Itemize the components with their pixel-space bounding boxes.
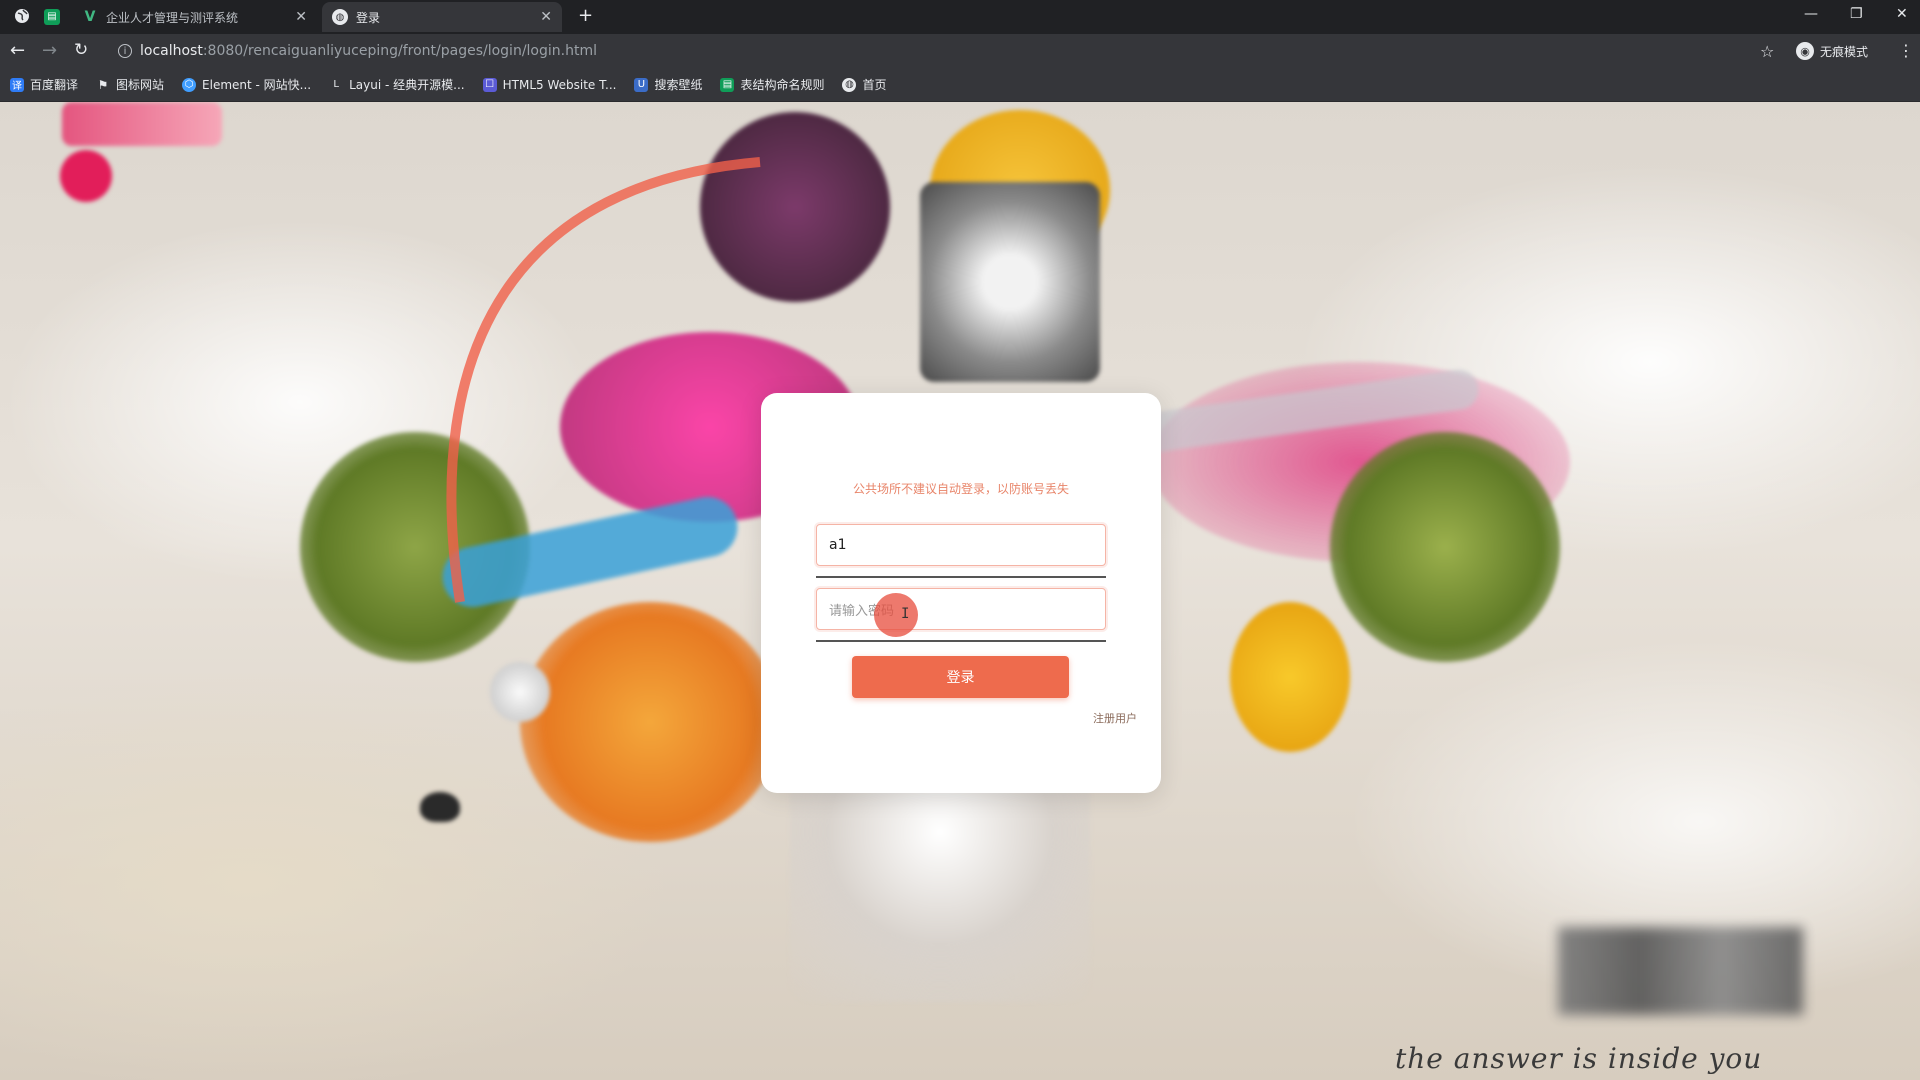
login-page: 公共场所不建议自动登录，以防账号丢失 a1 请输入密码 I 登录 注册用户 th… (0, 102, 1920, 1080)
password-underline (816, 640, 1106, 642)
flag-icon: ⚑ (97, 77, 109, 92)
earphone-icon (490, 662, 550, 722)
address-bar[interactable]: i localhost:8080/rencaiguanliyuceping/fr… (118, 41, 597, 61)
tab-close-icon[interactable]: ✕ (540, 9, 552, 25)
background-tagline: the answer is inside you (1395, 1042, 1763, 1075)
bookmark-naming-rules[interactable]: ▤ 表结构命名规则 (720, 76, 824, 93)
tab-talent-system[interactable]: V 企业人才管理与测评系统 ✕ (72, 2, 317, 32)
username-input[interactable]: a1 (816, 524, 1106, 566)
login-button[interactable]: 登录 (852, 656, 1069, 698)
incognito-icon: ◉ (1796, 42, 1814, 60)
bookmark-icon-site[interactable]: ⚑ 图标网站 (96, 76, 164, 93)
vue-icon: V (84, 9, 96, 25)
bookmark-home[interactable]: ◍ 首页 (842, 76, 887, 93)
bookmark-label: 图标网站 (116, 78, 165, 92)
text-cursor-icon: I (901, 606, 910, 622)
browser-tab-bar: ▤ V 企业人才管理与测评系统 ✕ ◍ 登录 ✕ + — ❐ ✕ (0, 0, 1920, 34)
art-logo (60, 150, 112, 202)
bookmark-label: Element - 网站快... (202, 78, 312, 92)
bookmark-wallpaper[interactable]: U 搜索壁纸 (634, 76, 702, 93)
bookmark-label: 表结构命名规则 (740, 78, 825, 92)
bookmark-label: 搜索壁纸 (654, 78, 703, 92)
bookmark-label: 首页 (862, 78, 887, 92)
globe-icon (15, 9, 29, 23)
bookmark-layui[interactable]: L Layui - 经典开源模... (329, 76, 464, 93)
earbud-icon (420, 792, 460, 822)
bookmark-html5-templates[interactable]: ☐ HTML5 Website T... (482, 77, 617, 92)
globe-icon: ◍ (842, 77, 857, 92)
html5-icon: ☐ (482, 77, 497, 92)
pinned-sheet-tab[interactable]: ▤ (44, 8, 60, 25)
url-path: :8080/rencaiguanliyuceping/front/pages/l… (202, 43, 597, 59)
sheet-icon: ▤ (720, 77, 735, 92)
password-input[interactable]: 请输入密码 (816, 588, 1106, 630)
click-indicator (874, 593, 918, 637)
blurred-overlay (1558, 927, 1803, 1015)
back-arrow-icon[interactable]: ← (10, 42, 25, 60)
bookmarks-bar: 译 百度翻译 ⚑ 图标网站 ⬡ Element - 网站快... L Layui… (0, 68, 1920, 102)
tab-title: 登录 (356, 10, 381, 25)
security-tip: 公共场所不建议自动登录，以防账号丢失 (852, 482, 1069, 496)
tab-close-icon[interactable]: ✕ (295, 9, 307, 25)
more-menu-icon[interactable]: ⋮ (1898, 41, 1914, 60)
art-fan (920, 182, 1100, 382)
art-yellow-drop (1230, 602, 1350, 752)
art-red-swirl (446, 157, 761, 603)
globe-icon: ◍ (332, 9, 348, 25)
url-host: localhost (140, 43, 203, 59)
browser-toolbar: ← → ↻ i localhost:8080/rencaiguanliyucep… (0, 34, 1920, 68)
bookmark-label: HTML5 Website T... (502, 77, 617, 92)
bookmark-star-icon[interactable]: ☆ (1760, 42, 1774, 61)
close-window-icon[interactable]: ✕ (1896, 6, 1908, 22)
minimize-icon[interactable]: — (1804, 6, 1818, 22)
layui-icon: L (333, 79, 339, 90)
wallpaper-icon: U (634, 77, 649, 92)
info-icon[interactable]: i (118, 44, 132, 58)
forward-arrow-icon[interactable]: → (42, 42, 57, 60)
restore-icon[interactable]: ❐ (1850, 6, 1863, 22)
incognito-profile[interactable]: ◉ 无痕模式 (1796, 42, 1868, 60)
bookmark-label: 百度翻译 (30, 78, 79, 92)
tab-login[interactable]: ◍ 登录 ✕ (322, 2, 562, 32)
reload-icon[interactable]: ↻ (74, 42, 88, 59)
translate-icon: 译 (10, 77, 24, 92)
bookmark-baidu-translate[interactable]: 译 百度翻译 (10, 76, 78, 93)
chrome-globe-icon[interactable] (14, 8, 30, 27)
tab-title: 企业人才管理与测评系统 (106, 10, 239, 25)
art-banner (62, 102, 222, 146)
bookmark-label: Layui - 经典开源模... (349, 78, 465, 92)
username-underline (816, 576, 1106, 578)
element-icon: ⬡ (182, 77, 197, 92)
login-card: 公共场所不建议自动登录，以防账号丢失 a1 请输入密码 I 登录 注册用户 (761, 393, 1161, 793)
register-link[interactable]: 注册用户 (1093, 710, 1137, 726)
sheet-icon: ▤ (44, 9, 60, 25)
bookmark-element[interactable]: ⬡ Element - 网站快... (182, 76, 311, 93)
incognito-label: 无痕模式 (1820, 44, 1869, 59)
art-tree-right (1330, 432, 1560, 662)
new-tab-button[interactable]: + (578, 7, 593, 25)
